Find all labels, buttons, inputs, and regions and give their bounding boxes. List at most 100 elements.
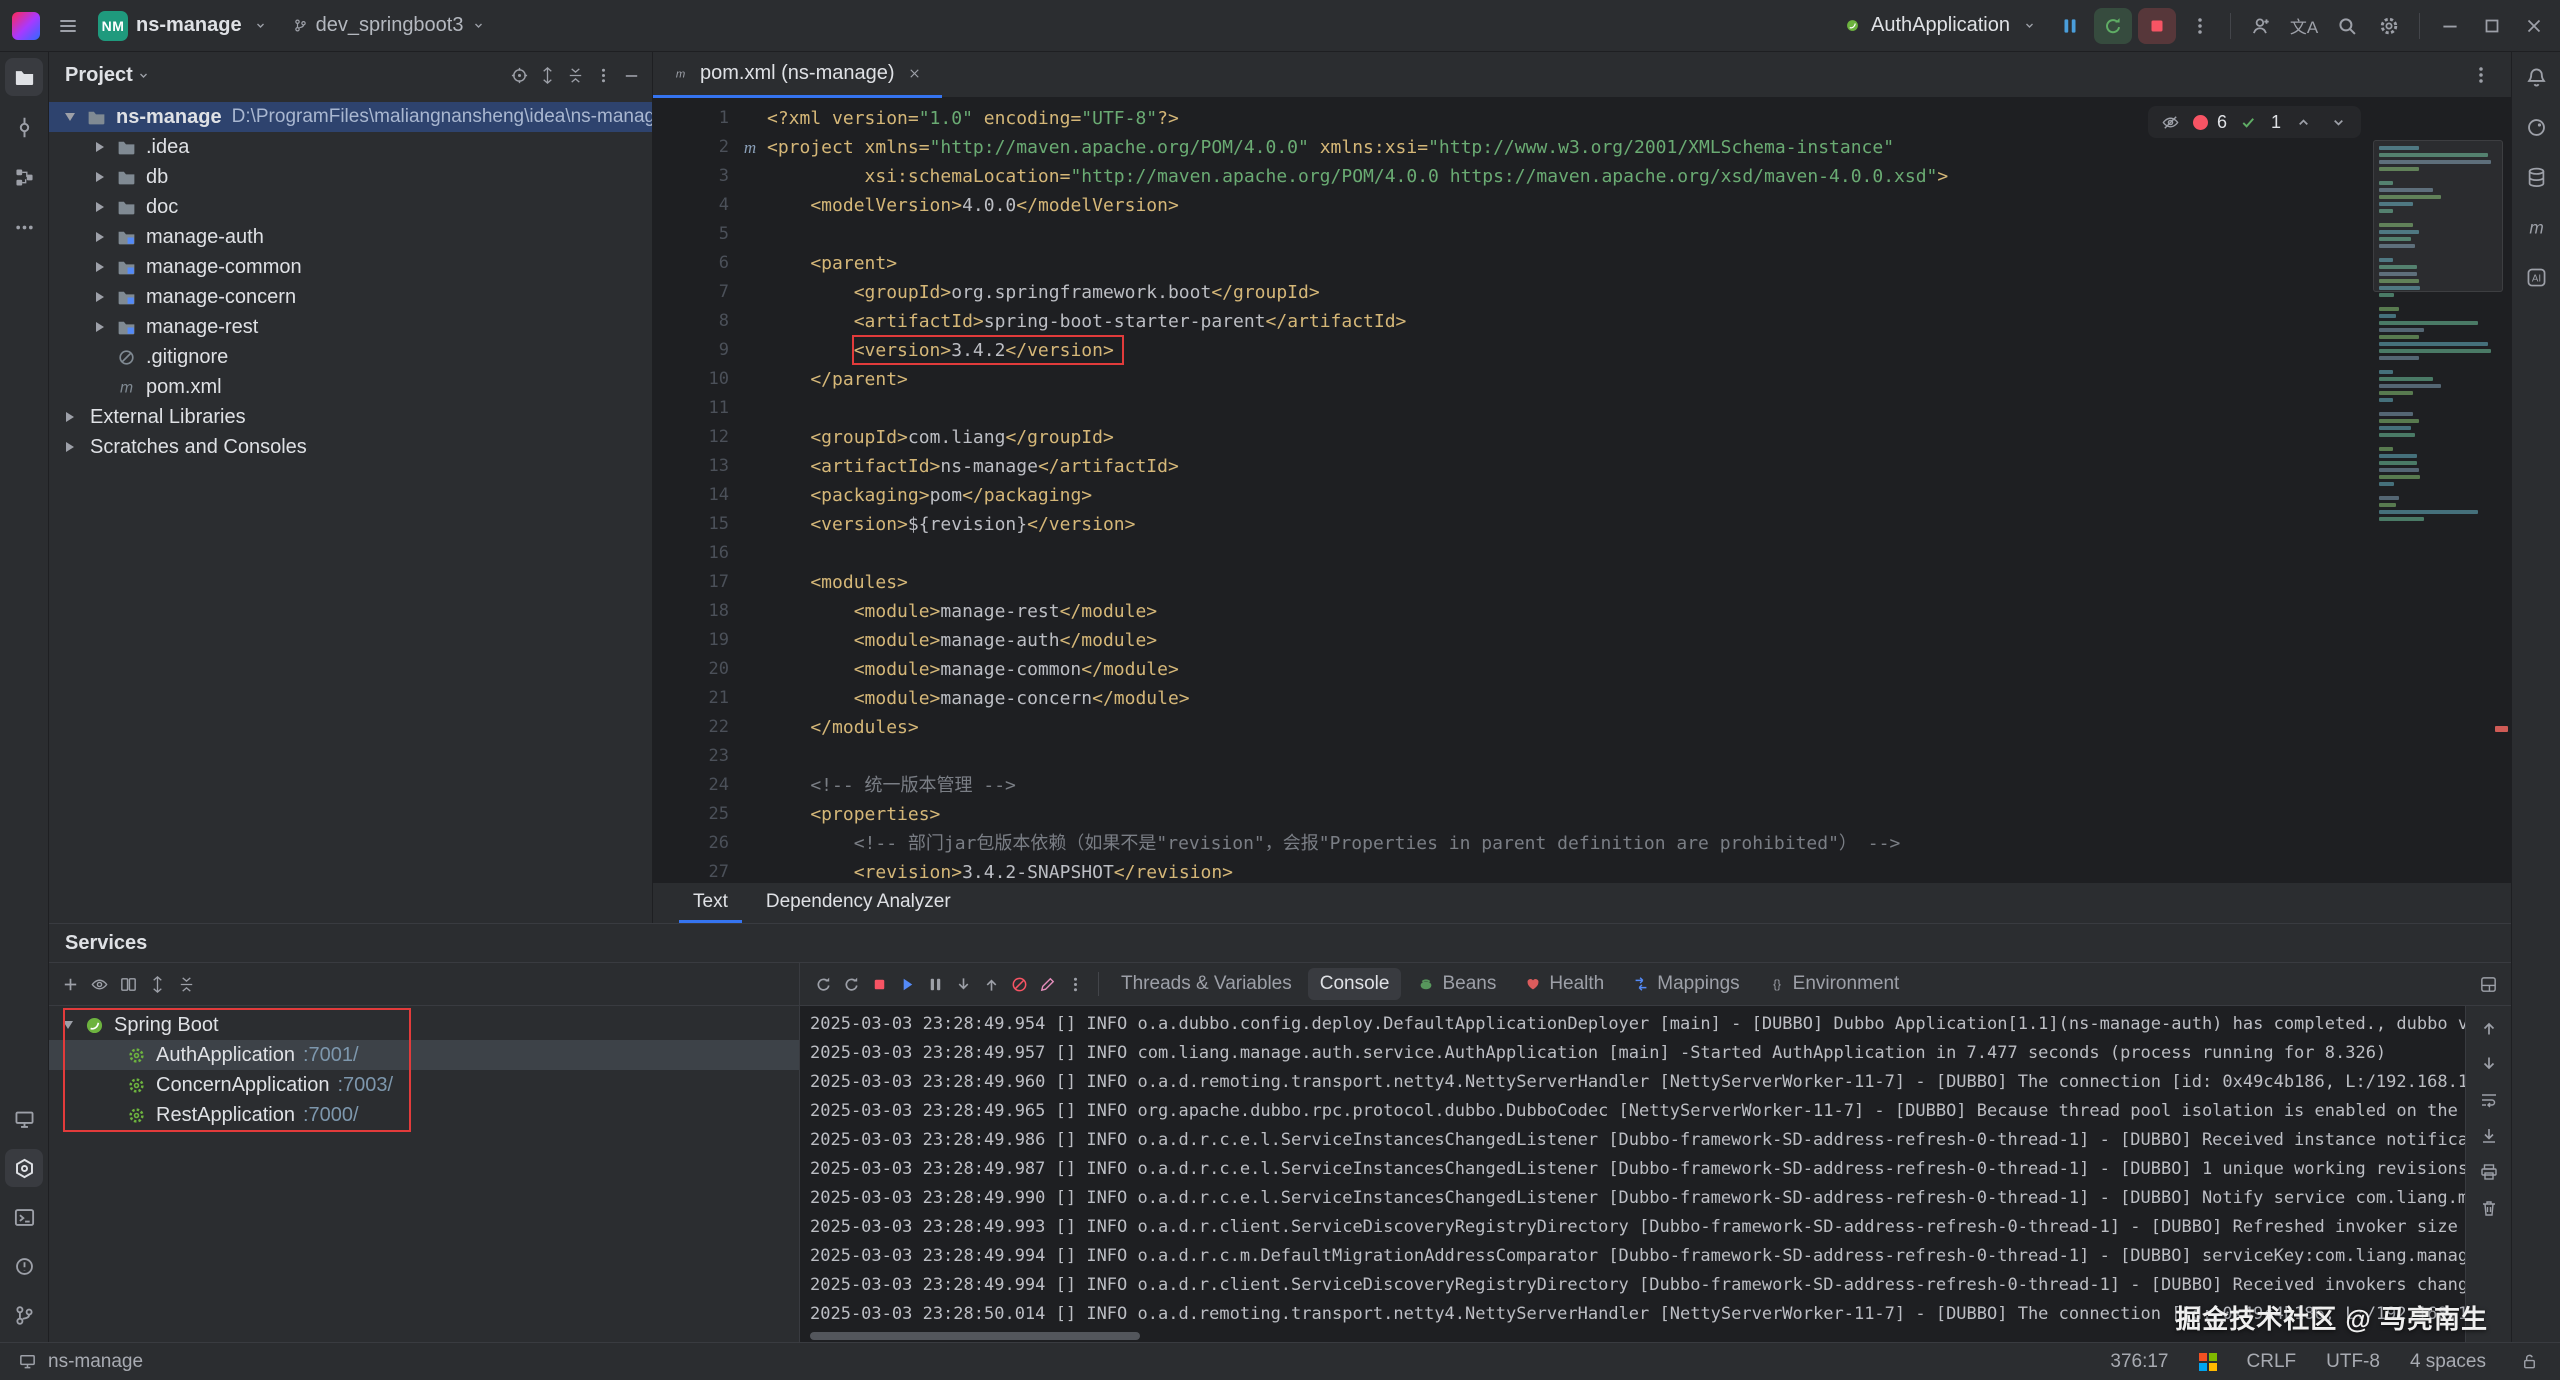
tab-dependency-analyzer[interactable]: Dependency Analyzer [752,883,965,923]
line-number[interactable]: 15 [653,510,729,539]
tab-text[interactable]: Text [679,883,742,923]
line-number[interactable]: 8 [653,307,729,336]
project-tree-item[interactable]: db [49,162,652,192]
stop-icon[interactable] [866,971,892,997]
line-number[interactable]: 4 [653,191,729,220]
ai-assistant-icon[interactable]: AI [2517,258,2555,296]
step-into-icon[interactable] [950,971,976,997]
project-tree-item[interactable]: Scratches and Consoles [49,432,652,462]
services-title[interactable]: Services [65,932,147,955]
scroll-up-icon[interactable] [2473,1012,2505,1044]
indent-style[interactable]: 4 spaces [2410,1351,2486,1373]
next-problem-icon[interactable] [2325,109,2351,135]
vcs-widget[interactable]: dev_springboot3 [284,11,496,40]
code-area[interactable]: 1<?xml version="1.0" encoding="UTF-8"?>2… [653,98,2511,882]
step-out-icon[interactable] [978,971,1004,997]
service-item[interactable]: ConcernApplication:7003/ [49,1070,799,1100]
line-number[interactable]: 25 [653,800,729,829]
line-number[interactable]: 10 [653,365,729,394]
run-toolwindow-icon[interactable] [5,1100,43,1138]
code-with-me-icon[interactable] [2243,8,2279,44]
service-url[interactable]: :7003/ [337,1074,393,1097]
scroll-to-end-icon[interactable] [2473,1120,2505,1152]
expand-all-icon[interactable] [144,971,170,997]
select-opened-file-icon[interactable] [506,62,532,88]
rerun-button[interactable] [2094,8,2132,44]
chevron-right-icon[interactable] [87,232,113,242]
chevron-right-icon[interactable] [87,292,113,302]
console-tab-beans[interactable]: Beans [1405,968,1508,1000]
maximize-icon[interactable] [2474,8,2510,44]
line-number[interactable]: 23 [653,742,729,771]
line-number[interactable]: 17 [653,568,729,597]
service-item[interactable]: Spring Boot [49,1010,799,1040]
maven-icon[interactable]: m [2517,208,2555,246]
readonly-lock-icon[interactable] [2516,1349,2542,1375]
console-tab-mappings[interactable]: Mappings [1620,968,1751,1000]
services-toolwindow-icon[interactable] [5,1149,43,1187]
line-separator[interactable]: CRLF [2247,1351,2297,1373]
structure-toolwindow-icon[interactable] [5,158,43,196]
soft-wrap-icon[interactable] [2473,1084,2505,1116]
run-configuration-widget[interactable]: AuthApplication [1835,11,2046,40]
pause-program-icon[interactable] [2052,8,2088,44]
clear-all-icon[interactable] [2473,1192,2505,1224]
inspections-widget[interactable]: 6 1 [2148,106,2361,138]
print-icon[interactable] [2473,1156,2505,1188]
version-control-toolwindow-icon[interactable] [5,1296,43,1334]
main-menu-icon[interactable] [50,8,86,44]
project-tree-item[interactable]: ns-manageD:\ProgramFiles\maliangnansheng… [49,102,652,132]
settings-icon[interactable] [2371,8,2407,44]
project-tree-item[interactable]: .idea [49,132,652,162]
clear-console-icon[interactable] [1034,971,1060,997]
scroll-down-icon[interactable] [2473,1048,2505,1080]
line-number[interactable]: 16 [653,539,729,568]
console-logs[interactable]: 2025-03-03 23:28:49.954 [] INFO o.a.dubb… [800,1006,2465,1342]
rerun-icon[interactable] [810,971,836,997]
line-number[interactable]: 5 [653,220,729,249]
project-tree-item[interactable]: manage-common [49,252,652,282]
service-url[interactable]: :7001/ [303,1044,359,1067]
line-number[interactable]: 2 [653,133,729,162]
more-icon[interactable] [1062,971,1088,997]
error-stripe-mark[interactable] [2495,726,2508,732]
collapse-all-icon[interactable] [173,971,199,997]
console-tab-console[interactable]: Console [1308,968,1402,1000]
line-number[interactable]: 13 [653,452,729,481]
cursor-position[interactable]: 376:17 [2110,1351,2168,1373]
maven-gutter-icon[interactable]: m [737,133,763,162]
line-number[interactable]: 12 [653,423,729,452]
chevron-down-icon[interactable] [133,64,155,86]
project-selector[interactable]: NM ns-manage [92,8,278,44]
horizontal-scrollbar[interactable] [810,1332,1140,1340]
mute-breakpoints-icon[interactable] [1006,971,1032,997]
line-number[interactable]: 27 [653,858,729,882]
commit-toolwindow-icon[interactable] [5,108,43,146]
chevron-right-icon[interactable] [57,412,83,422]
chevron-right-icon[interactable] [87,172,113,182]
chevron-right-icon[interactable] [87,202,113,212]
restore-layout-icon[interactable] [2475,971,2501,997]
line-number[interactable]: 6 [653,249,729,278]
expand-all-icon[interactable] [534,62,560,88]
add-service-icon[interactable] [57,971,83,997]
minimize-icon[interactable] [2432,8,2468,44]
terminal-toolwindow-icon[interactable] [5,1198,43,1236]
chevron-right-icon[interactable] [87,142,113,152]
search-everywhere-icon[interactable] [2329,8,2365,44]
database-icon[interactable] [2517,158,2555,196]
file-encoding[interactable]: UTF-8 [2326,1351,2380,1373]
line-number[interactable]: 1 [653,104,729,133]
more-actions-icon[interactable] [2182,8,2218,44]
project-tree-item[interactable]: External Libraries [49,402,652,432]
line-number[interactable]: 19 [653,626,729,655]
line-number[interactable]: 14 [653,481,729,510]
project-tree-item[interactable]: .gitignore [49,342,652,372]
hide-panel-icon[interactable] [618,62,644,88]
console-tab-health[interactable]: Health [1512,968,1616,1000]
gradle-icon[interactable] [2517,108,2555,146]
line-number[interactable]: 21 [653,684,729,713]
console-tab-environment[interactable]: {}Environment [1756,968,1912,1000]
group-by-icon[interactable] [115,971,141,997]
line-number[interactable]: 9 [653,336,729,365]
